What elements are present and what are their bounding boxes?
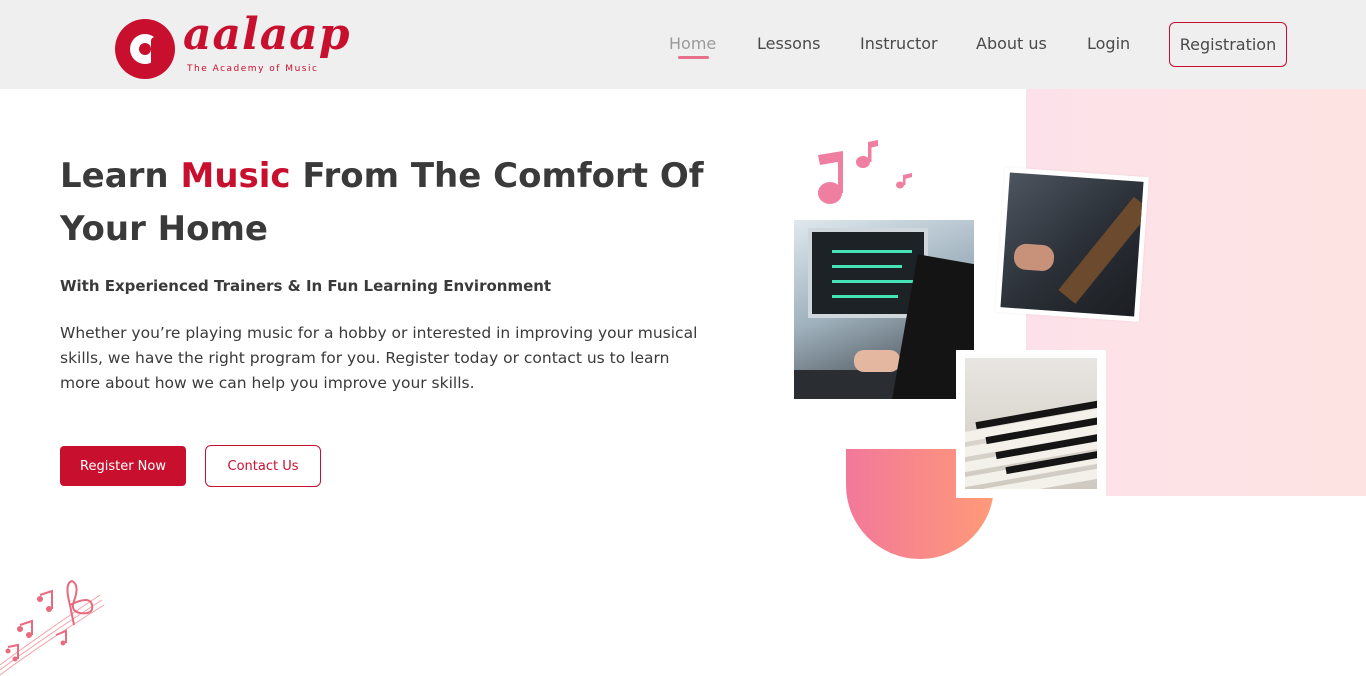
site-header: aalaap The Academy of Music Home Lessons… — [0, 0, 1366, 89]
registration-button[interactable]: Registration — [1169, 22, 1287, 67]
studio-photo — [794, 220, 974, 399]
hero-title-part1: Learn — [60, 156, 181, 196]
treble-clef-decor-icon — [0, 579, 105, 676]
brand-tagline: The Academy of Music — [187, 64, 319, 74]
brand-name: aalaap — [183, 9, 351, 60]
aalaap-logo-icon — [115, 19, 175, 79]
nav-login[interactable]: Login — [1087, 34, 1130, 53]
brand-logo[interactable]: aalaap The Academy of Music — [115, 9, 355, 81]
piano-photo — [965, 358, 1097, 489]
nav-instructor[interactable]: Instructor — [860, 34, 938, 53]
nav-about-us[interactable]: About us — [976, 34, 1047, 53]
hero-subtitle: With Experienced Trainers & In Fun Learn… — [60, 277, 552, 295]
nav-active-indicator — [678, 56, 709, 59]
nav-home[interactable]: Home — [669, 34, 716, 53]
music-notes-icon — [818, 140, 912, 204]
register-now-button[interactable]: Register Now — [60, 446, 186, 486]
piano-photo-frame — [956, 350, 1106, 498]
hero-title: Learn Music From The Comfort Of Your Hom… — [60, 150, 720, 256]
hero-description: Whether you’re playing music for a hobby… — [60, 324, 698, 392]
contact-us-button[interactable]: Contact Us — [205, 445, 321, 487]
hero-title-accent: Music — [180, 156, 291, 196]
guitar-photo-frame — [995, 167, 1149, 322]
nav-lessons[interactable]: Lessons — [757, 34, 820, 53]
guitar-photo — [1000, 172, 1144, 317]
